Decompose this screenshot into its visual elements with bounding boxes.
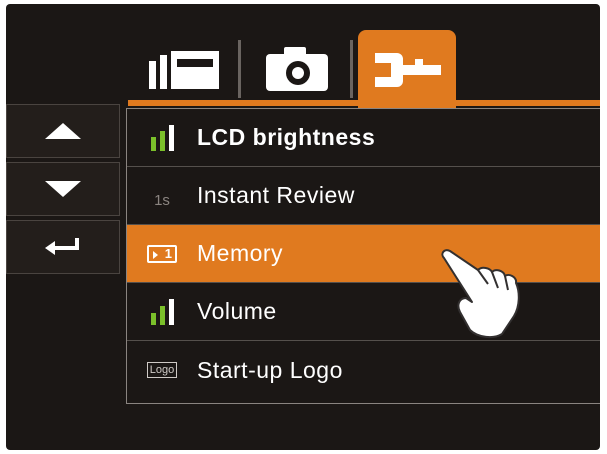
camera-settings-screen: LCD brightness 1s Instant Review 1 Memor… (6, 4, 600, 450)
brightness-bars-icon (150, 124, 174, 151)
playback-mode-icon (149, 51, 219, 89)
tab-playback[interactable] (136, 30, 234, 108)
review-time-icon: 1s (154, 192, 170, 209)
tab-underline (128, 100, 600, 106)
menu-item-volume[interactable]: Volume (127, 283, 600, 341)
menu-item-startup-logo[interactable]: Logo Start-up Logo (127, 341, 600, 399)
settings-menu: LCD brightness 1s Instant Review 1 Memor… (126, 108, 600, 404)
down-arrow-icon (45, 181, 81, 197)
menu-item-label: Volume (197, 298, 277, 324)
tab-divider (350, 40, 353, 98)
wrench-icon (375, 53, 441, 87)
logo-icon: Logo (146, 362, 178, 378)
up-arrow-icon (45, 123, 81, 139)
volume-bars-icon (150, 298, 174, 325)
menu-item-memory[interactable]: 1 Memory (127, 225, 600, 283)
menu-item-label: Instant Review (197, 182, 355, 208)
nav-up-button[interactable] (6, 104, 120, 158)
nav-down-button[interactable] (6, 162, 120, 216)
menu-item-instant-review[interactable]: 1s Instant Review (127, 167, 600, 225)
menu-item-label: Start-up Logo (197, 356, 343, 383)
camera-icon (266, 47, 328, 91)
menu-item-label: LCD brightness (197, 124, 376, 150)
tab-divider (238, 40, 241, 98)
tab-camera[interactable] (248, 30, 346, 108)
menu-item-lcd-brightness[interactable]: LCD brightness (127, 109, 600, 167)
memory-card-icon: 1 (147, 244, 177, 263)
menu-item-label: Memory (197, 240, 284, 266)
pointing-hand-icon (441, 249, 520, 339)
nav-enter-button[interactable] (6, 220, 120, 274)
enter-return-icon (45, 238, 79, 255)
tab-settings[interactable] (358, 30, 456, 108)
